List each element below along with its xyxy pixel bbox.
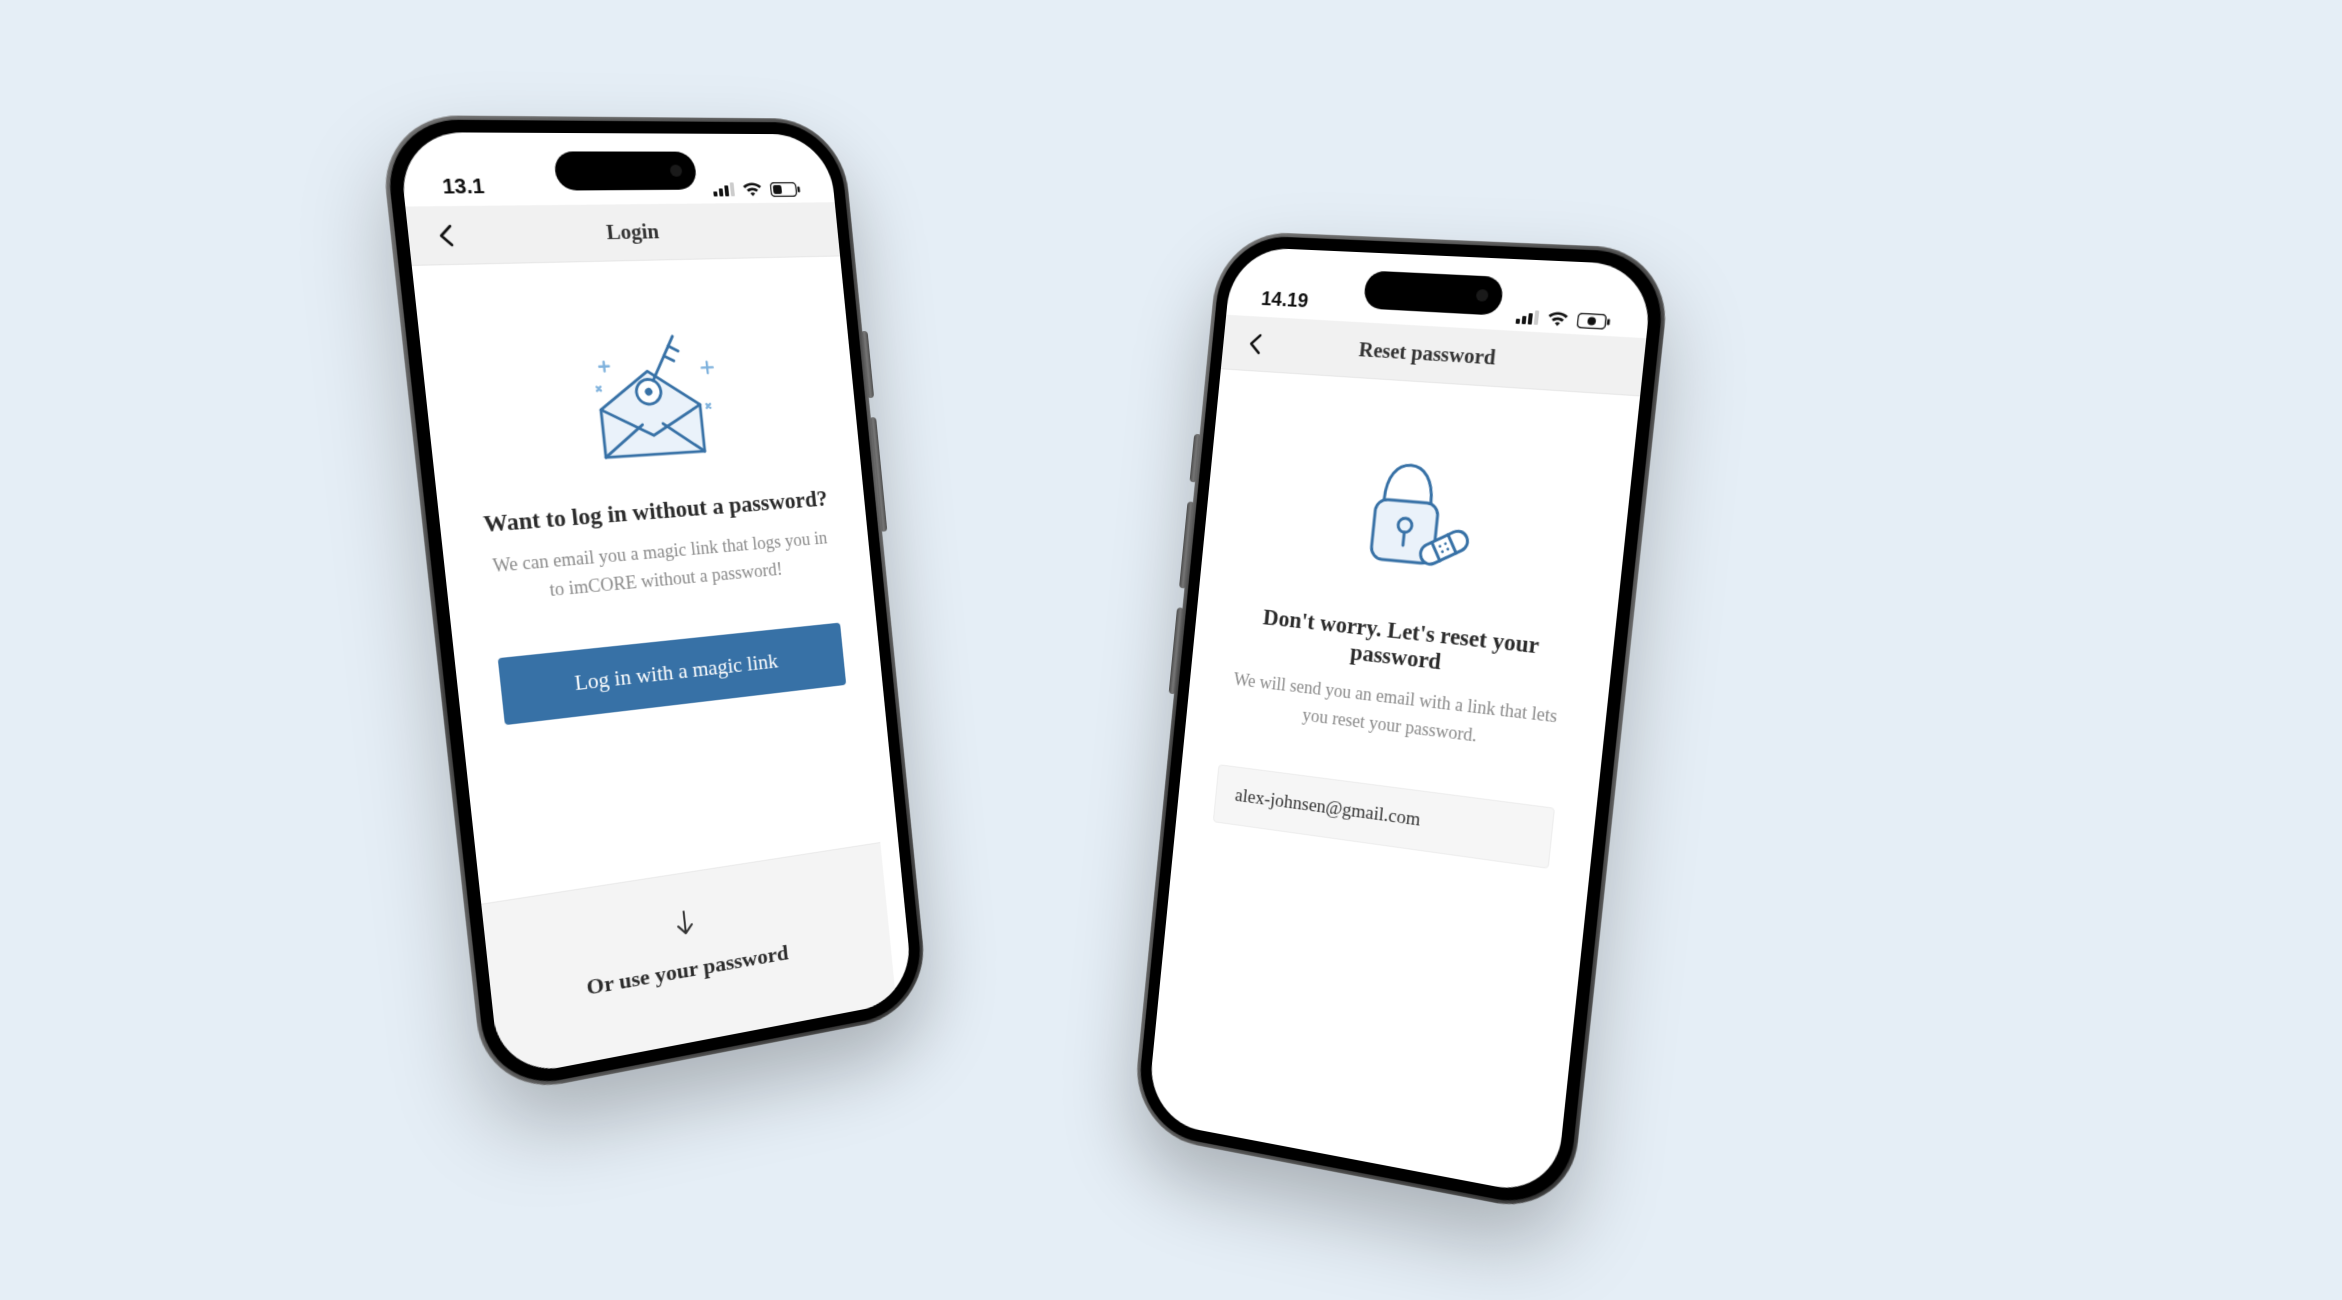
- phone-login: 13.1 Login: [378, 115, 930, 1099]
- cellular-icon: [1516, 309, 1540, 324]
- wifi-icon: [1546, 310, 1570, 328]
- battery-icon: [1577, 312, 1612, 329]
- page-title: Reset password: [1358, 337, 1497, 370]
- chevron-left-icon: [1247, 332, 1262, 354]
- back-button[interactable]: [431, 222, 460, 248]
- back-button[interactable]: [1243, 331, 1268, 356]
- chevron-left-icon: [437, 223, 455, 246]
- phone-reset-password: 14.19 Reset password: [1131, 230, 1673, 1217]
- page-title: Login: [605, 219, 660, 245]
- nav-bar: Login: [405, 202, 840, 266]
